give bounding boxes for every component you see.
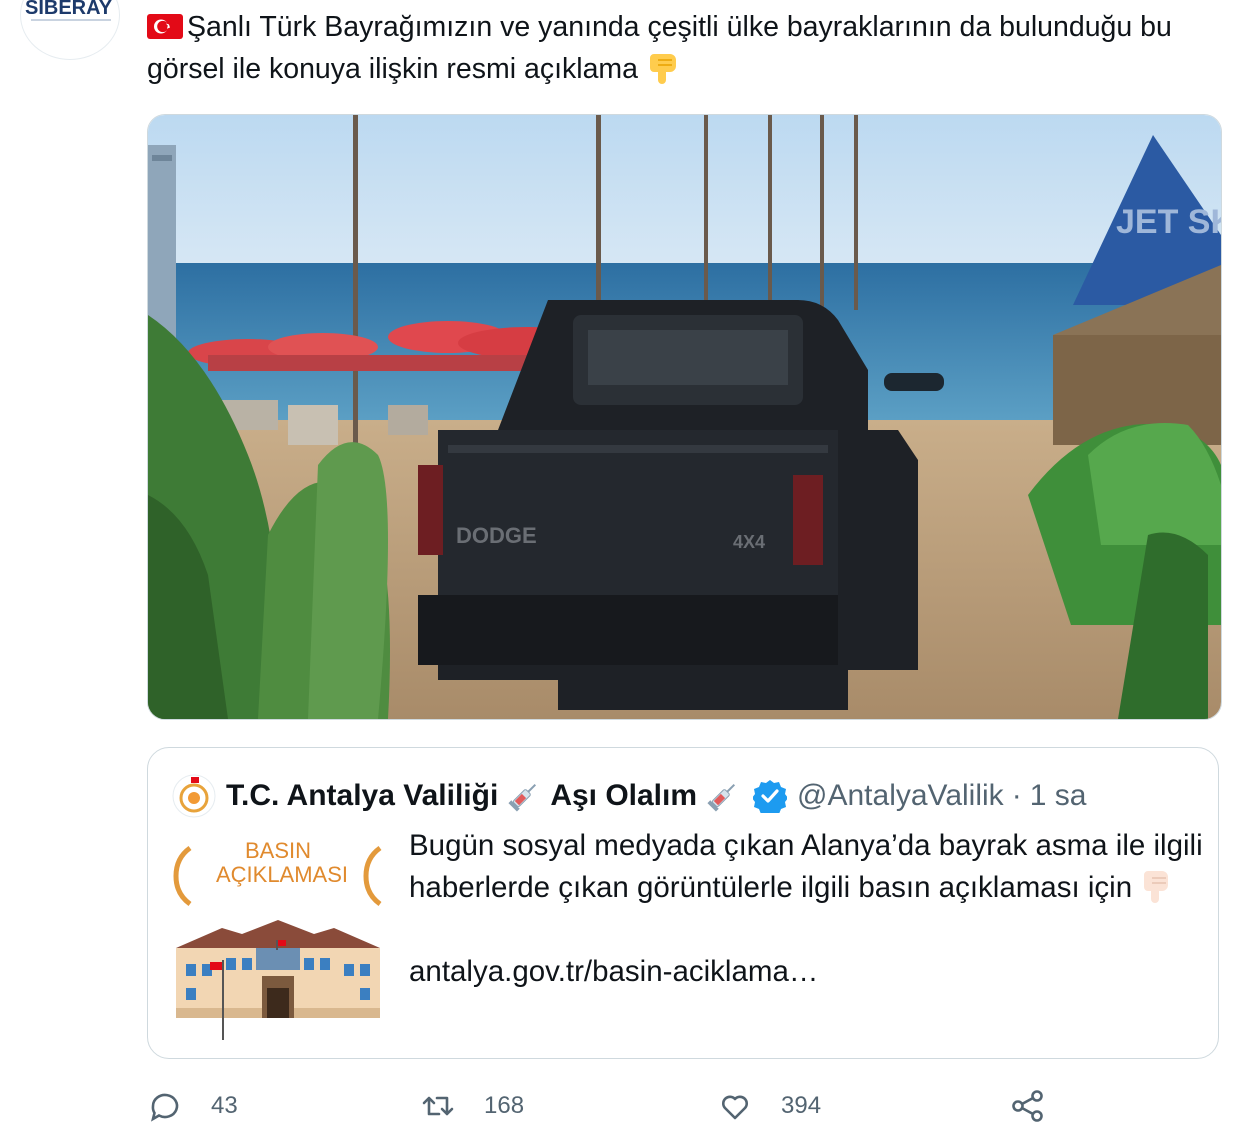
quoted-display-name[interactable]: T.C. Antalya Valiliği [226,774,498,818]
verified-badge-icon [753,780,788,813]
avatar-logo-underline [31,19,111,21]
syringe-icon [707,783,736,812]
tweet-action-bar: 43 168 394 [147,1088,1147,1128]
share-button[interactable] [1009,1088,1073,1124]
header-separator: · [1011,779,1022,812]
quoted-name-extra[interactable]: Aşı Olalım [550,774,697,818]
beach-truck-photo: JET SKI DODGE 4X4 [148,115,1221,719]
quoted-thumbnail[interactable]: BASIN AÇIKLAMASI [172,828,384,1042]
thumb-title-2: AÇIKLAMASI [216,862,348,887]
quoted-avatar[interactable] [172,774,216,818]
turkey-flag-icon [147,14,183,39]
quoted-tweet-header: T.C. Antalya Valiliği Aşı Olalım @Antaly… [172,774,1086,818]
pointing-down-light-icon [1144,871,1169,903]
tweet-photo[interactable]: JET SKI DODGE 4X4 [147,114,1222,720]
quoted-tweet-text: Bugün sosyal medyada çıkan Alanya’da bay… [409,825,1209,993]
retweet-button[interactable]: 168 [420,1088,524,1124]
reply-icon [150,1093,179,1122]
quoted-tweet-card[interactable]: T.C. Antalya Valiliği Aşı Olalım @Antaly… [147,747,1219,1059]
heart-icon [722,1095,748,1120]
like-count: 394 [781,1092,822,1119]
press-release-image: BASIN AÇIKLAMASI [172,828,384,1042]
avatar-logo-text: SİBERAY [25,0,113,19]
retweet-count: 168 [484,1092,525,1119]
syringe-icon [508,783,537,812]
quoted-timestamp[interactable]: 1 sa [1030,774,1087,818]
truck-tailgate-text: DODGE [456,523,537,548]
profile-avatar[interactable]: SİBERAY [20,0,120,60]
quoted-link[interactable]: antalya.gov.tr/basin-aciklama… [409,951,1209,993]
pointing-down-icon [650,54,677,84]
reply-count: 43 [211,1092,238,1119]
share-icon [1012,1090,1043,1122]
quoted-handle[interactable]: @AntalyaValilik [797,774,1004,818]
thumb-title-1: BASIN [245,838,311,863]
like-button[interactable]: 394 [717,1088,821,1124]
reply-button[interactable]: 43 [147,1088,238,1124]
quoted-body: Bugün sosyal medyada çıkan Alanya’da bay… [409,829,1203,904]
truck-badge-text: 4X4 [733,532,765,552]
tweet-text: Şanlı Türk Bayrağımızın ve yanında çeşit… [147,6,1217,90]
tent-sign-text: JET SKI [1116,203,1221,241]
retweet-icon [422,1096,454,1116]
